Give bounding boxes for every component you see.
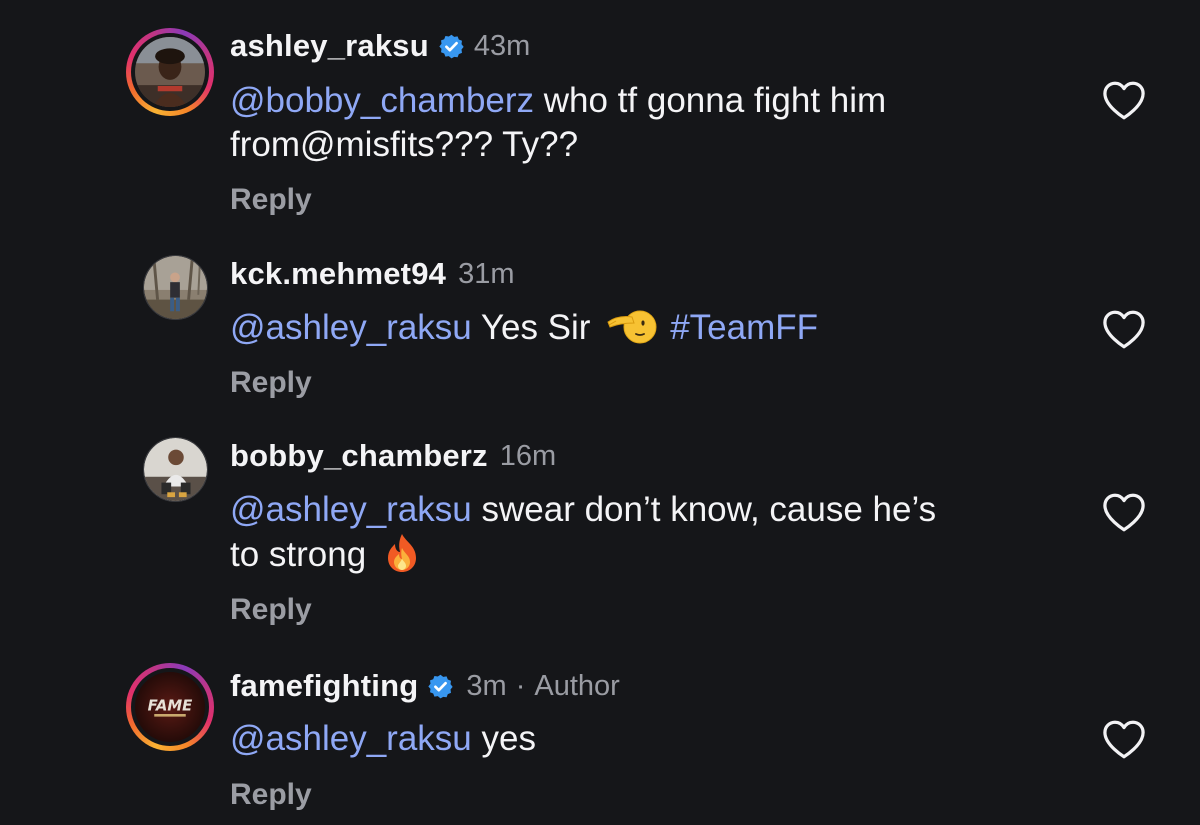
fame-logo-text: FAME bbox=[148, 697, 193, 715]
comment-text: @ashley_raksu yes bbox=[230, 717, 1070, 761]
author-label: Author bbox=[534, 669, 620, 702]
username[interactable]: famefighting bbox=[230, 668, 418, 704]
comment-text-body: Yes Sir bbox=[471, 308, 601, 347]
comment-text-body: yes bbox=[471, 719, 536, 758]
reply-button[interactable]: Reply bbox=[230, 778, 312, 812]
comment-text-line1: who tf gonna fight him bbox=[534, 81, 887, 120]
username[interactable]: bobby_chamberz bbox=[230, 438, 488, 474]
avatar-bobby-chamberz[interactable] bbox=[143, 437, 208, 502]
verified-badge-icon bbox=[439, 34, 464, 58]
comment-bobby-chamberz: bobby_chamberz 16m @ashley_raksu swear d… bbox=[0, 420, 1200, 650]
reply-button[interactable]: Reply bbox=[230, 366, 312, 400]
avatar-photo bbox=[144, 438, 207, 501]
username[interactable]: kck.mehmet94 bbox=[230, 256, 446, 292]
heart-outline-icon[interactable] bbox=[1101, 718, 1147, 760]
comment-famefighting: FAME famefighting 3m · Author @ashley_ra… bbox=[0, 650, 1200, 825]
comment-text-line2: to strong bbox=[230, 535, 376, 574]
heart-outline-icon[interactable] bbox=[1101, 308, 1147, 350]
comment-header: ashley_raksu 43m bbox=[230, 26, 530, 66]
mention-link[interactable]: @ashley_raksu bbox=[230, 719, 472, 758]
heart-outline-icon[interactable] bbox=[1101, 491, 1147, 533]
comment-header: bobby_chamberz 16m bbox=[230, 436, 556, 476]
comment-text: @bobby_chamberz who tf gonna fight him f… bbox=[230, 79, 1070, 167]
comment-header: famefighting 3m · Author bbox=[230, 666, 620, 706]
avatar-famefighting[interactable]: FAME bbox=[126, 663, 214, 751]
comment-text-line2: from@misfits??? Ty?? bbox=[230, 125, 579, 164]
heart-outline-icon[interactable] bbox=[1101, 79, 1147, 121]
fame-fighting-logo: FAME bbox=[135, 672, 205, 742]
avatar-photo bbox=[135, 37, 205, 107]
comment-text-line1: swear don’t know, cause he’s bbox=[471, 490, 937, 529]
comment-ashley-raksu: ashley_raksu 43m @bobby_chamberz who tf … bbox=[0, 0, 1200, 230]
verified-badge-icon bbox=[428, 674, 454, 698]
username[interactable]: ashley_raksu bbox=[230, 28, 429, 64]
mention-link[interactable]: @ashley_raksu bbox=[230, 490, 472, 529]
reply-button[interactable]: Reply bbox=[230, 593, 312, 627]
reply-button[interactable]: Reply bbox=[230, 183, 312, 217]
mention-link[interactable]: @bobby_chamberz bbox=[230, 81, 534, 120]
separator-dot: · bbox=[515, 669, 526, 702]
comment-text: @ashley_raksu swear don’t know, cause he… bbox=[230, 488, 1070, 577]
comment-time: 16m bbox=[499, 439, 557, 472]
mention-link[interactable]: @ashley_raksu bbox=[230, 308, 472, 347]
comment-time: 3m bbox=[466, 669, 507, 702]
hashtag-link[interactable]: #TeamFF bbox=[670, 308, 818, 347]
comment-kck-mehmet94: kck.mehmet94 31m @ashley_raksu Yes Sir #… bbox=[0, 230, 1200, 420]
avatar-ashley-raksu[interactable] bbox=[126, 28, 214, 116]
comment-header: kck.mehmet94 31m bbox=[230, 254, 515, 294]
comment-time: 31m bbox=[458, 257, 515, 290]
avatar-photo bbox=[144, 256, 207, 319]
comment-time: 43m bbox=[473, 29, 531, 62]
comment-text: @ashley_raksu Yes Sir #TeamFF bbox=[230, 306, 1070, 350]
fire-emoji bbox=[387, 534, 416, 572]
avatar-kck-mehmet94[interactable] bbox=[143, 255, 208, 320]
saluting-face-emoji bbox=[607, 310, 657, 344]
